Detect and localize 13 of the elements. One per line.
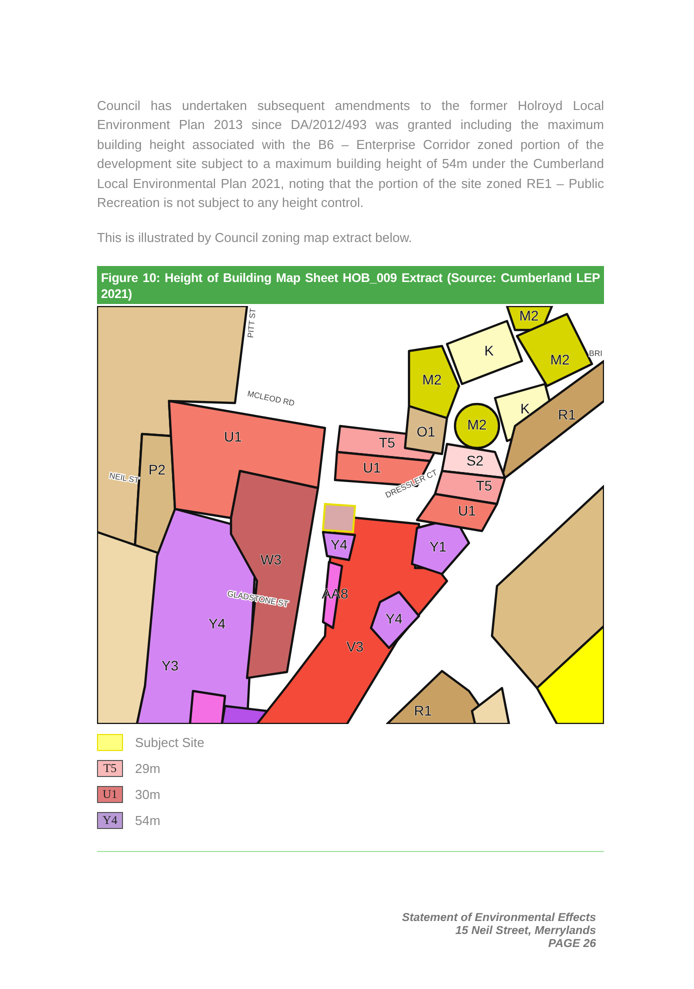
figure-caption: Figure 10: Height of Building Map Sheet HOB_009 Extract (Source: Cumberland LEP 2021) [97,266,604,304]
legend-swatch: T5 [97,760,123,777]
legend-label: 30m [135,786,160,802]
legend-swatch: U1 [97,786,123,803]
legend-label: Subject Site [135,734,204,750]
body-paragraph: This is illustrated by Council zoning map extract below. [97,229,414,248]
footer-text: Statement of Environmental Effects [400,912,596,925]
legend-swatch: Y4 [97,812,123,829]
legend-label: 54m [135,812,160,828]
footer-text: PAGE 26 [547,938,596,951]
body-paragraph: Council has undertaken subsequent amendments to the former Holroyd Local Environment Plan 2013 since DA/2012/493 was granted including the maximum building height associated with the B6 – Enterprise Corridor zoned portion of the development site subject to a maximum building height of 54m under the Cumberland Local Environmental Plan 2021, noting that the portion of the site zoned RE1 – Public Recreation is not subject to any height control. [97,97,604,212]
footer-text: 15 Neil Street, Merrylands [454,924,596,938]
legend-label: 29m [135,760,160,776]
